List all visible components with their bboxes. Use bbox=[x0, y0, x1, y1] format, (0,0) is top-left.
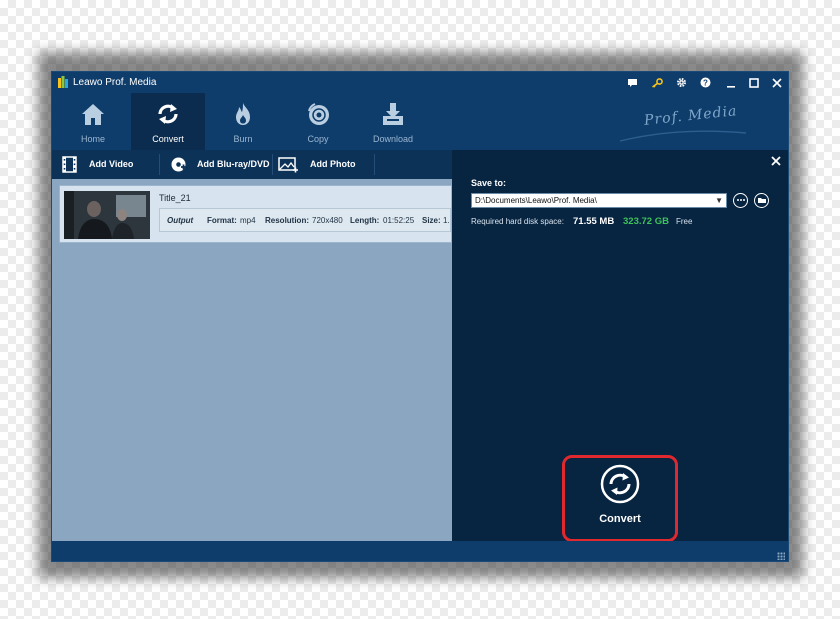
save-path-select[interactable]: D:\Documents\Leawo\Prof. Media\ ▼ bbox=[471, 193, 727, 208]
resolution-label: Resolution: bbox=[265, 216, 309, 225]
required-space-value: 71.55 MB bbox=[573, 216, 615, 227]
disc-add-icon bbox=[171, 157, 186, 172]
list-item[interactable]: Title_21 Output Format: mp4 Resolution: … bbox=[59, 185, 452, 243]
add-video-label: Add Video bbox=[89, 159, 134, 169]
save-path-value: D:\Documents\Leawo\Prof. Media\ bbox=[475, 196, 597, 205]
tab-burn[interactable]: Burn bbox=[206, 93, 280, 150]
convert-button-label: Convert bbox=[599, 513, 641, 525]
format-label: Format: bbox=[207, 216, 237, 225]
size-label: Size: bbox=[422, 216, 441, 225]
feedback-icon[interactable] bbox=[624, 75, 640, 90]
tab-convert-label: Convert bbox=[152, 134, 184, 144]
maximize-icon[interactable] bbox=[746, 75, 762, 90]
length-label: Length: bbox=[350, 216, 380, 225]
size-value: 1.5 bbox=[443, 216, 450, 225]
free-space-label: Free bbox=[676, 217, 693, 226]
help-icon[interactable]: ? bbox=[697, 75, 713, 90]
download-icon bbox=[383, 103, 403, 125]
item-title: Title_21 bbox=[159, 193, 191, 203]
tab-download[interactable]: Download bbox=[356, 93, 430, 150]
browse-more-button[interactable] bbox=[733, 193, 748, 208]
title-bar: Leawo Prof. Media ? bbox=[52, 72, 788, 93]
output-settings[interactable]: Output Format: mp4 Resolution: 720x480 L… bbox=[159, 208, 451, 232]
film-icon bbox=[62, 156, 77, 173]
brand-swoosh bbox=[619, 130, 747, 142]
main-toolbar: Home Convert Burn Copy Download Prof. Me… bbox=[52, 93, 788, 150]
divider bbox=[159, 154, 160, 175]
required-space-label: Required hard disk space: bbox=[471, 217, 564, 226]
tab-convert[interactable]: Convert bbox=[131, 93, 205, 150]
resolution-value: 720x480 bbox=[312, 216, 343, 225]
convert-button[interactable]: Convert bbox=[574, 462, 666, 534]
length-value: 01:52:25 bbox=[383, 216, 415, 225]
svg-text:?: ? bbox=[703, 79, 708, 88]
panel-close-icon[interactable] bbox=[768, 154, 784, 170]
convert-settings-panel: Save to: D:\Documents\Leawo\Prof. Media\… bbox=[452, 150, 788, 542]
settings-icon[interactable] bbox=[673, 75, 689, 90]
flame-icon bbox=[236, 103, 250, 125]
app-window: Leawo Prof. Media ? Home Convert Burn Co… bbox=[51, 71, 789, 562]
add-video-button[interactable]: Add Video bbox=[62, 150, 152, 179]
photo-add-icon bbox=[278, 157, 298, 173]
video-thumbnail bbox=[64, 191, 150, 239]
brand-logo-text: Prof. Media bbox=[643, 103, 739, 129]
save-to-label: Save to: bbox=[471, 178, 507, 188]
app-logo-icon bbox=[58, 76, 68, 88]
close-icon[interactable] bbox=[769, 75, 785, 90]
open-folder-button[interactable] bbox=[754, 193, 769, 208]
folder-icon bbox=[757, 198, 766, 203]
disc-icon bbox=[308, 103, 329, 125]
key-icon[interactable] bbox=[649, 75, 665, 90]
divider bbox=[374, 154, 375, 175]
free-space-value: 323.72 GB bbox=[623, 216, 669, 227]
tab-home[interactable]: Home bbox=[56, 93, 130, 150]
window-title: Leawo Prof. Media bbox=[73, 77, 157, 88]
convert-icon bbox=[600, 464, 640, 504]
tab-copy-label: Copy bbox=[307, 134, 329, 144]
add-photo-button[interactable]: Add Photo bbox=[278, 150, 363, 179]
add-bluray-dvd-button[interactable]: Add Blu-ray/DVD bbox=[170, 150, 270, 179]
file-list: Title_21 Output Format: mp4 Resolution: … bbox=[52, 179, 452, 541]
tab-copy[interactable]: Copy bbox=[281, 93, 355, 150]
output-label: Output bbox=[167, 216, 194, 225]
add-bluray-dvd-label: Add Blu-ray/DVD bbox=[197, 159, 270, 169]
divider bbox=[272, 154, 273, 175]
add-bar: Add Video Add Blu-ray/DVD Add Photo bbox=[52, 150, 452, 179]
resize-grip[interactable] bbox=[777, 552, 785, 560]
chevron-down-icon: ▼ bbox=[715, 196, 723, 205]
add-photo-label: Add Photo bbox=[310, 159, 356, 169]
tab-home-label: Home bbox=[80, 134, 105, 144]
convert-icon bbox=[158, 104, 178, 124]
status-bar bbox=[52, 541, 788, 561]
tab-download-label: Download bbox=[372, 134, 414, 144]
minimize-icon[interactable] bbox=[723, 75, 739, 90]
format-value: mp4 bbox=[240, 216, 256, 225]
home-icon bbox=[82, 104, 104, 125]
tab-burn-label: Burn bbox=[233, 134, 253, 144]
